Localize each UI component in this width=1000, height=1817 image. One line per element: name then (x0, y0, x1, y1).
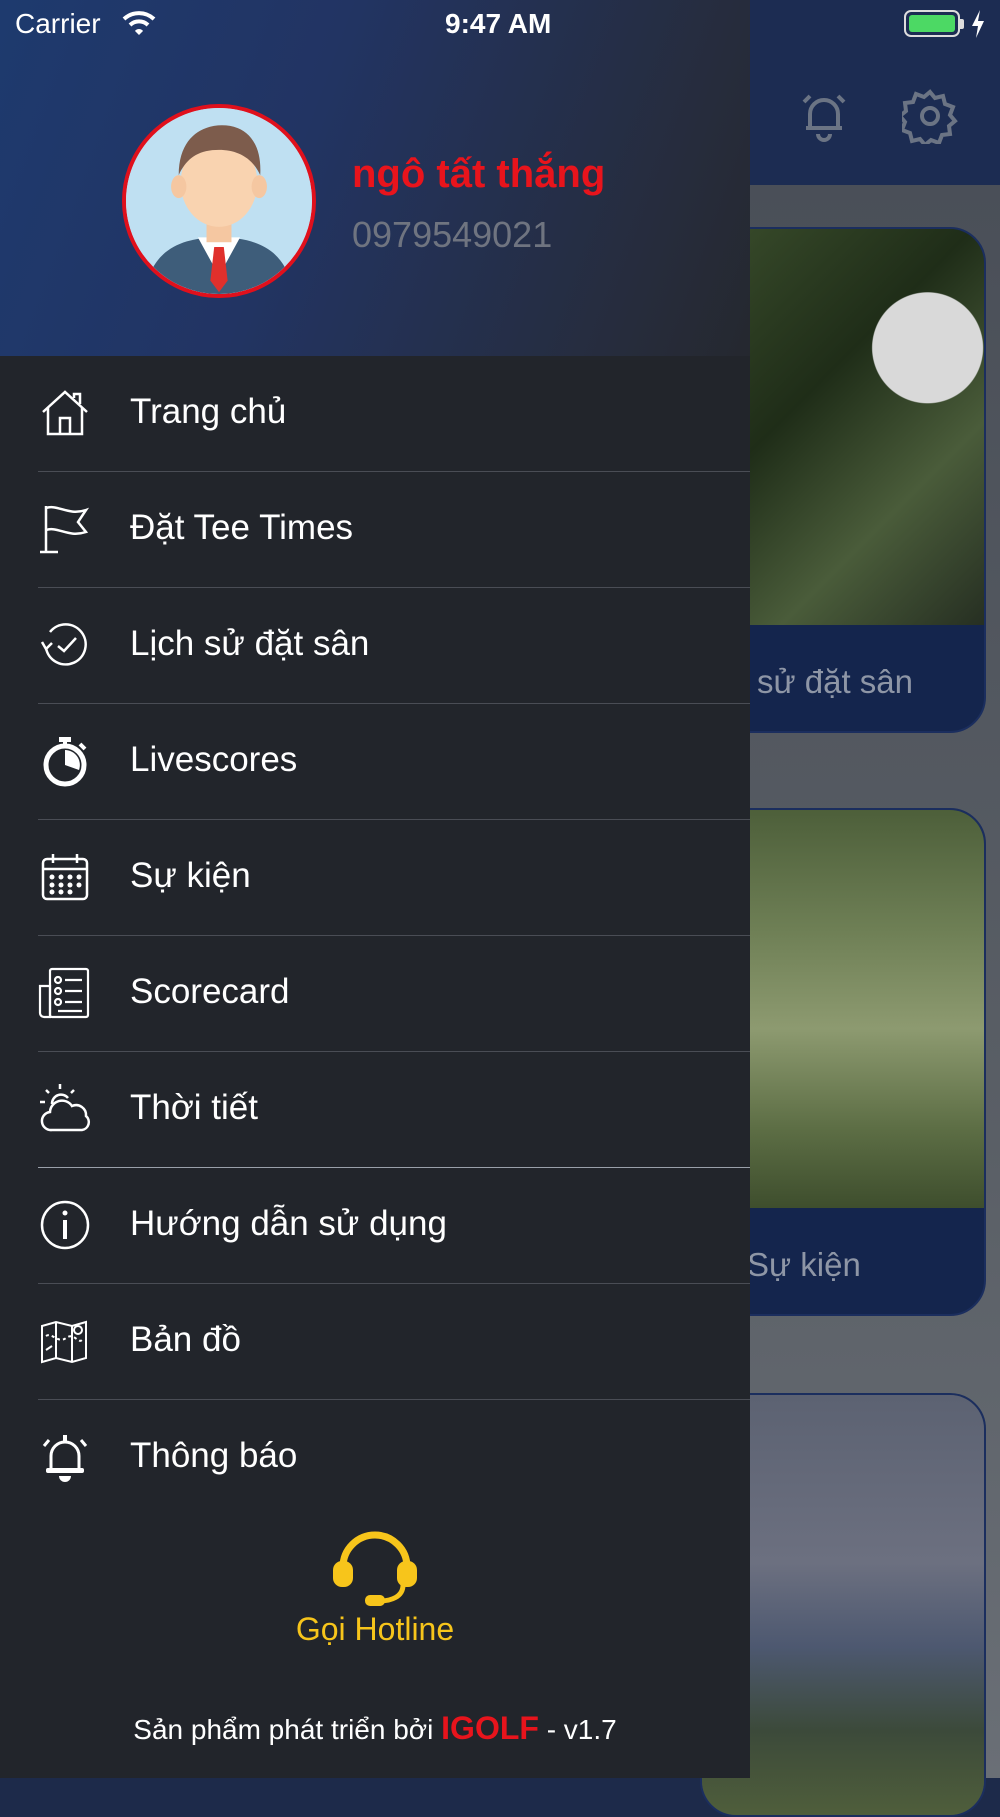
drawer-menu: Trang chủ Đặt Tee Times Lịch sử đặt sân … (0, 356, 750, 1515)
flag-icon (40, 505, 90, 554)
menu-item-home[interactable]: Trang chủ (38, 356, 750, 472)
menu-item-user-guide[interactable]: Hướng dẫn sử dụng (38, 1168, 750, 1284)
wifi-icon (122, 11, 156, 35)
menu-item-label: Đặt Tee Times (130, 508, 354, 547)
menu-item-weather[interactable]: Thời tiết (38, 1052, 750, 1168)
menu-item-label: Sự kiện (130, 856, 251, 895)
menu-item-tee-times[interactable]: Đặt Tee Times (38, 472, 750, 588)
weather-icon (40, 1084, 91, 1132)
businessman-avatar-icon (126, 108, 312, 294)
menu-item-notifications[interactable]: Thông báo (38, 1400, 750, 1515)
battery-icon (904, 10, 960, 37)
history-icon (40, 623, 87, 666)
menu-item-livescores[interactable]: Livescores (38, 704, 750, 820)
battery-nub (960, 19, 964, 29)
notification-bell-icon[interactable] (796, 88, 852, 144)
calendar-icon (41, 854, 89, 901)
menu-item-label: Thời tiết (130, 1088, 258, 1127)
menu-item-scorecard[interactable]: Scorecard (38, 936, 750, 1052)
avatar[interactable] (122, 104, 316, 298)
hotline-button[interactable]: Gọi Hotline (250, 1525, 500, 1655)
settings-gear-icon[interactable] (902, 88, 958, 144)
menu-item-label: Lịch sử đặt sân (130, 624, 370, 663)
carrier-label: Carrier (15, 8, 101, 39)
status-bar: Carrier 9:47 AM (0, 0, 1000, 50)
footer-prefix: Sản phẩm phát triển bởi (133, 1714, 434, 1745)
bell-icon (42, 1435, 88, 1482)
status-time: 9:47 AM (445, 8, 552, 39)
info-icon (40, 1200, 90, 1250)
charging-bolt-icon (972, 10, 984, 38)
menu-item-label: Thông báo (130, 1436, 298, 1475)
menu-item-events[interactable]: Sự kiện (38, 820, 750, 936)
menu-item-label: Livescores (130, 740, 298, 779)
footer-version: - v1.7 (546, 1714, 617, 1745)
menu-item-label: Scorecard (130, 972, 290, 1011)
menu-item-booking-history[interactable]: Lịch sử đặt sân (38, 588, 750, 704)
footer-brand: IGOLF (441, 1710, 539, 1746)
hotline-label: Gọi Hotline (295, 1611, 455, 1647)
stopwatch-icon (43, 737, 87, 787)
user-name: ngô tất thắng (352, 152, 606, 196)
side-drawer: ngô tất thắng 0979549021 Trang chủ Đặt T… (0, 0, 750, 1778)
drawer-header: ngô tất thắng 0979549021 (0, 0, 750, 356)
menu-item-label: Bản đồ (130, 1320, 241, 1359)
card-caption: Sự kiện (747, 1246, 861, 1283)
scorecard-icon (38, 967, 90, 1019)
footer-credit: Sản phẩm phát triển bởi IGOLF - v1.7 (0, 1710, 750, 1747)
map-icon (41, 1320, 87, 1364)
headset-icon (333, 1531, 417, 1606)
menu-item-label: Hướng dẫn sử dụng (130, 1204, 447, 1243)
home-icon (42, 390, 88, 436)
menu-item-label: Trang chủ (130, 392, 287, 431)
user-phone: 0979549021 (352, 214, 553, 255)
card-caption: sử đặt sân (757, 663, 914, 700)
menu-item-map[interactable]: Bản đồ (38, 1284, 750, 1400)
